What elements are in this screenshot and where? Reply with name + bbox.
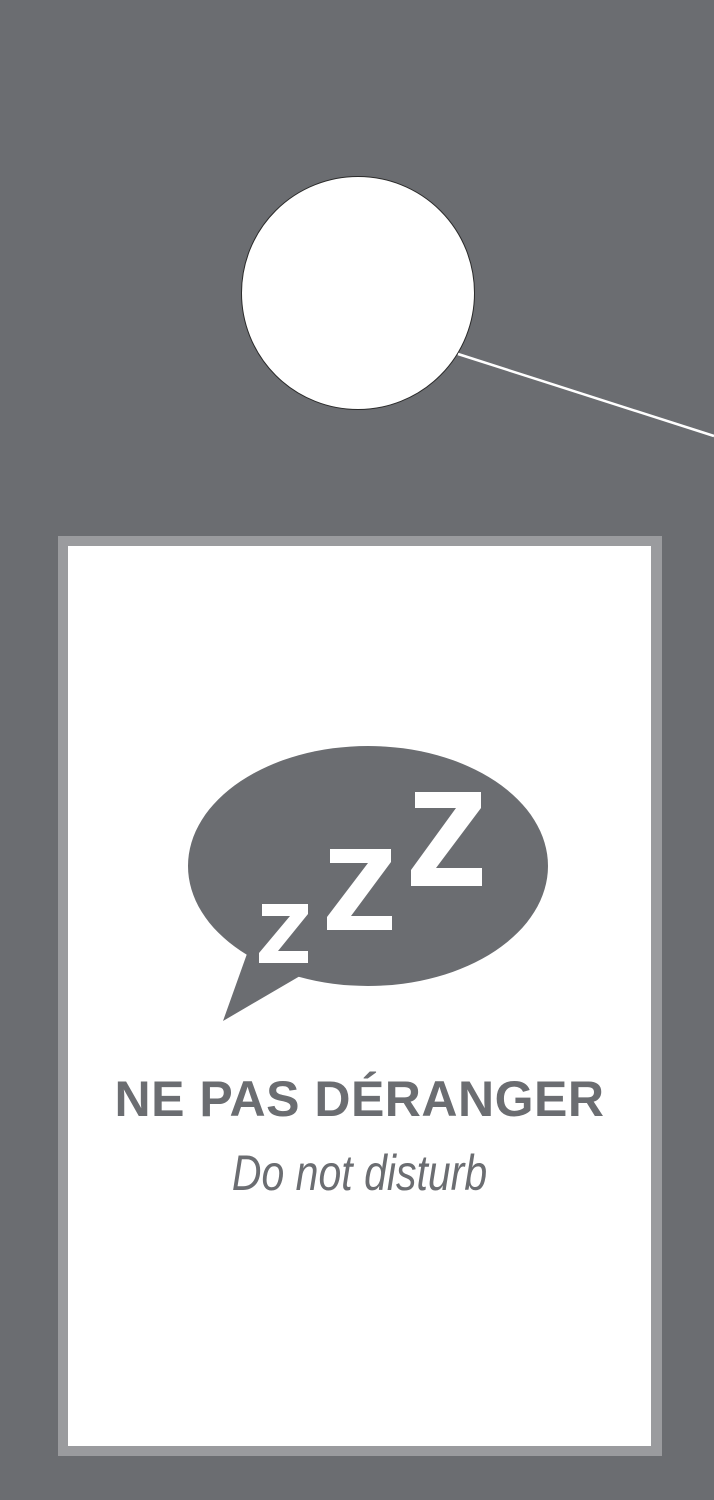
door-hanger: NE PAS DÉRANGER Do not disturb xyxy=(0,0,714,1500)
sign-title: NE PAS DÉRANGER xyxy=(114,1071,605,1127)
hanger-hole xyxy=(241,176,475,410)
sign-subtitle: Do not disturb xyxy=(231,1145,488,1201)
sign-panel: NE PAS DÉRANGER Do not disturb xyxy=(68,546,651,1446)
sleep-speech-bubble-icon xyxy=(188,746,548,1021)
